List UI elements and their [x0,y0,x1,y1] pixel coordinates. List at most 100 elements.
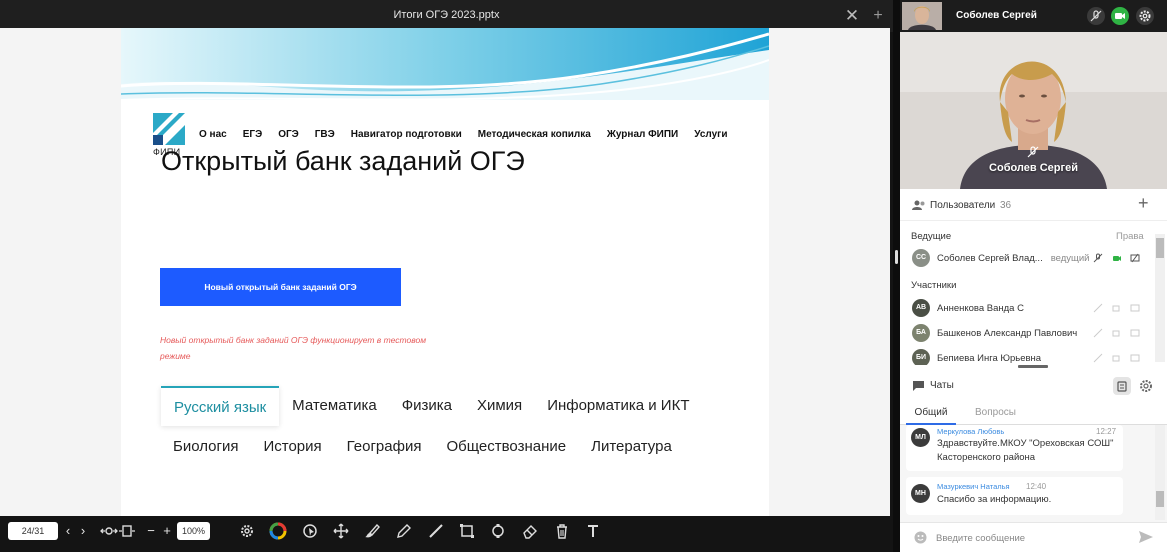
move-icon[interactable] [332,522,350,540]
mic-muted-icon[interactable] [1093,303,1103,313]
participants-label: Участники [911,280,957,291]
nav-item-about[interactable]: О нас [199,129,227,140]
tab-social-studies[interactable]: Обществознание [446,427,566,467]
tab-geography[interactable]: География [347,427,422,467]
list-item[interactable]: БИ Бепиева Инга Юрьевна [912,349,1041,365]
fit-page-icon[interactable] [118,522,136,540]
list-item[interactable]: СС Соболев Сергей Влад... ведущий [912,249,1089,267]
users-count: 36 [1000,200,1012,211]
rights-label: Права [1116,231,1144,242]
list-item[interactable]: АВ Анненкова Ванда С [912,299,1024,317]
tab-math[interactable]: Математика [292,386,377,426]
scrollbar-thumb[interactable] [1156,238,1164,258]
camera-off-icon[interactable] [1112,303,1122,313]
message-time: 12:40 [1026,482,1047,491]
avatar: СС [912,249,930,267]
presentation-pane: Итоги ОГЭ 2023.pptx ✕ + ФИПИ О нас ЕГЭ О… [0,0,893,552]
next-slide-icon[interactable]: › [77,521,89,541]
line-icon[interactable] [427,522,445,540]
users-header: Пользователи 36 + [900,189,1167,221]
avatar: БА [912,324,930,342]
message-input[interactable] [936,529,1126,547]
tab-chemistry[interactable]: Химия [477,386,522,426]
users-scrollbar[interactable] [1155,234,1165,362]
nav-item-navigator[interactable]: Навигатор подготовки [351,129,462,140]
add-document-icon[interactable]: + [869,6,887,26]
camera-on-icon[interactable] [1111,7,1129,25]
presenter-video: Соболев Сергей [900,32,1167,189]
mic-muted-icon[interactable] [1093,328,1103,338]
user-name: Башкенов Александр Павлович [937,327,1078,339]
tab-literature[interactable]: Литература [591,427,672,467]
tab-russian[interactable]: Русский язык [161,386,280,426]
scrollbar-thumb[interactable] [1156,491,1164,507]
page-indicator[interactable]: 24/31 [8,522,58,540]
pane-splitter[interactable] [893,0,900,552]
zoom-in-icon[interactable]: + [161,521,173,541]
color-picker-icon[interactable] [269,522,287,540]
chat-scrollbar[interactable] [1155,425,1165,520]
panel-resize-handle[interactable] [1018,365,1048,368]
presenter-name: Соболев Сергей [956,10,1037,21]
document-title: Итоги ОГЭ 2023.pptx [393,9,500,21]
fipi-site-card: ФИПИ О нас ЕГЭ ОГЭ ГВЭ Навигатор подгото… [141,105,757,463]
screen-share-icon[interactable] [1130,253,1140,263]
slide-canvas: ФИПИ О нас ЕГЭ ОГЭ ГВЭ Навигатор подгото… [0,28,890,518]
zoom-level[interactable]: 100% [177,522,210,540]
settings-icon[interactable] [238,522,256,540]
screen-share-icon[interactable] [1130,353,1140,363]
camera-on-icon[interactable] [1112,253,1122,263]
gear-icon[interactable] [1136,7,1154,25]
splitter-handle[interactable] [895,250,898,264]
message-time: 12:27 [1096,427,1117,436]
nav-item-services[interactable]: Услуги [694,129,727,140]
chat-list-icon[interactable] [1113,377,1131,395]
presenter-header: Соболев Сергей [900,0,1167,32]
send-icon[interactable] [1139,531,1153,543]
nav-item-journal[interactable]: Журнал ФИПИ [607,129,678,140]
list-item[interactable]: БА Башкенов Александр Павлович [912,324,1077,342]
chat-message: МН Мазуркевич Наталья 12:40 Спасибо за и… [906,477,1123,515]
text-tool-icon[interactable] [584,522,602,540]
pointer-icon[interactable] [301,522,319,540]
tab-biology[interactable]: Биология [173,427,238,467]
chat-messages: МЛ Меркулова Любовь 12:27 Здравствуйте.М… [900,425,1167,522]
close-document-icon[interactable]: ✕ [843,6,861,26]
pencil-icon[interactable] [395,522,413,540]
chat-icon [913,381,924,391]
video-mic-muted-icon [1027,146,1039,158]
rectangle-icon[interactable] [458,522,476,540]
nav-item-gve[interactable]: ГВЭ [315,129,335,140]
mic-muted-icon[interactable] [1087,7,1105,25]
prev-slide-icon[interactable]: ‹ [62,521,74,541]
side-panel: Соболев Сергей Соболев Сергей Пользовате… [900,0,1167,552]
screen-share-icon[interactable] [1130,303,1140,313]
trash-icon[interactable] [553,522,571,540]
tab-general[interactable]: Общий [906,401,956,425]
tab-questions[interactable]: Вопросы [975,401,1016,425]
tab-history[interactable]: История [263,427,321,467]
tab-informatics[interactable]: Информатика и ИКТ [547,386,689,426]
mic-muted-icon[interactable] [1093,253,1103,263]
camera-off-icon[interactable] [1112,328,1122,338]
eraser-icon[interactable] [521,522,539,540]
tab-physics[interactable]: Физика [402,386,452,426]
nav-item-ege[interactable]: ЕГЭ [243,129,262,140]
nav-item-methodology[interactable]: Методическая копилка [478,129,591,140]
screen-share-icon[interactable] [1130,328,1140,338]
mic-muted-icon[interactable] [1093,353,1103,363]
chat-settings-icon[interactable] [1137,377,1155,395]
message-text: Спасибо за информацию. [937,494,1052,505]
user-role: ведущий [1050,252,1090,264]
slide-page: ФИПИ О нас ЕГЭ ОГЭ ГВЭ Навигатор подгото… [121,28,769,518]
avatar: МН [911,484,930,503]
ellipse-icon[interactable] [489,522,507,540]
add-user-icon[interactable]: + [1138,193,1149,214]
fit-width-icon[interactable] [100,522,118,540]
nav-item-oge[interactable]: ОГЭ [278,129,299,140]
camera-off-icon[interactable] [1112,353,1122,363]
zoom-out-icon[interactable]: − [145,521,157,541]
brush-icon[interactable] [363,522,381,540]
emoji-icon[interactable] [914,531,927,544]
new-bank-button[interactable]: Новый открытый банк заданий ОГЭ [160,268,401,306]
